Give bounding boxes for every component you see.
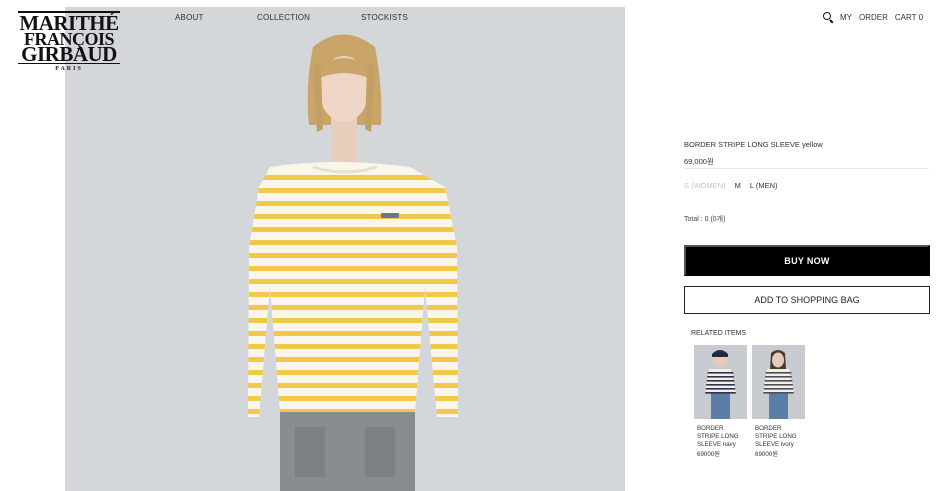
nav-stockists[interactable]: STOCKISTS xyxy=(361,13,408,22)
buy-now-button[interactable]: BUY NOW xyxy=(684,245,930,276)
divider xyxy=(684,168,929,169)
nav-my[interactable]: MY xyxy=(840,13,852,22)
shirt-stripe xyxy=(764,384,793,386)
shirt-stripe xyxy=(248,292,458,297)
shirt-stripe xyxy=(248,201,458,206)
size-option-s: S (WOMEN) xyxy=(684,181,726,190)
nav-collection[interactable]: COLLECTION xyxy=(257,13,310,22)
add-to-bag-button[interactable]: ADD TO SHOPPING BAG xyxy=(684,286,930,314)
shirt-stripe xyxy=(248,279,458,284)
related-item-name[interactable]: BORDER STRIPE LONG SLEEVE ivory xyxy=(752,425,804,449)
shirt-stripe xyxy=(765,372,792,374)
shirt-stripe xyxy=(706,380,735,382)
order-total: Total : 0 (0개) xyxy=(684,216,726,223)
size-option-m[interactable]: M xyxy=(735,181,741,190)
nav-cart[interactable]: CART 0 xyxy=(895,13,923,22)
search-icon[interactable] xyxy=(823,12,833,22)
logo-line-3: GIRBAUD xyxy=(21,41,117,66)
shirt-stripe xyxy=(248,253,458,258)
related-item-name[interactable]: BORDER STRIPE LONG SLEEVE navy xyxy=(694,425,746,449)
related-item-price: 69000원 xyxy=(697,451,720,458)
shirt-stripe xyxy=(707,372,734,374)
shirt-stripe xyxy=(248,240,458,245)
shirt-stripe xyxy=(248,188,458,193)
shirt-stripe xyxy=(765,376,792,378)
related-item-price: 69000원 xyxy=(755,451,778,458)
related-item-image[interactable] xyxy=(752,345,805,419)
shirt-stripe xyxy=(706,384,735,386)
utility-nav: MY ORDER CART 0 xyxy=(823,12,923,22)
size-option-l[interactable]: L (MEN) xyxy=(750,181,778,190)
product-photo xyxy=(65,7,625,491)
related-item[interactable]: BORDER STRIPE LONG SLEEVE ivory 69000원 xyxy=(752,345,806,458)
related-item[interactable]: BORDER STRIPE LONG SLEEVE navy 69000원 xyxy=(694,345,748,458)
nav-order[interactable]: ORDER xyxy=(859,13,888,22)
nav-about[interactable]: ABOUT xyxy=(175,13,204,22)
size-options: S (WOMEN) M L (MEN) xyxy=(684,181,778,190)
shirt-stripe xyxy=(705,388,736,390)
shirt-stripe xyxy=(707,376,734,378)
brand-logo[interactable]: MARITHÉ FRANÇOIS GIRBAUD PARIS xyxy=(18,11,120,77)
shirt-stripe xyxy=(248,214,458,219)
shirt-stripe xyxy=(248,227,458,232)
shirt-stripe xyxy=(763,392,794,394)
product-price: 69,000원 xyxy=(684,157,714,166)
logo-city: PARIS xyxy=(55,66,83,72)
product-name: BORDER STRIPE LONG SLEEVE yellow xyxy=(684,140,823,149)
related-item-image[interactable] xyxy=(694,345,747,419)
shirt-stripe xyxy=(763,388,794,390)
shirt-stripe xyxy=(764,380,793,382)
shirt-stripe xyxy=(705,392,736,394)
shirt-stripe xyxy=(248,266,458,271)
related-items-title: RELATED ITEMS xyxy=(691,330,747,337)
